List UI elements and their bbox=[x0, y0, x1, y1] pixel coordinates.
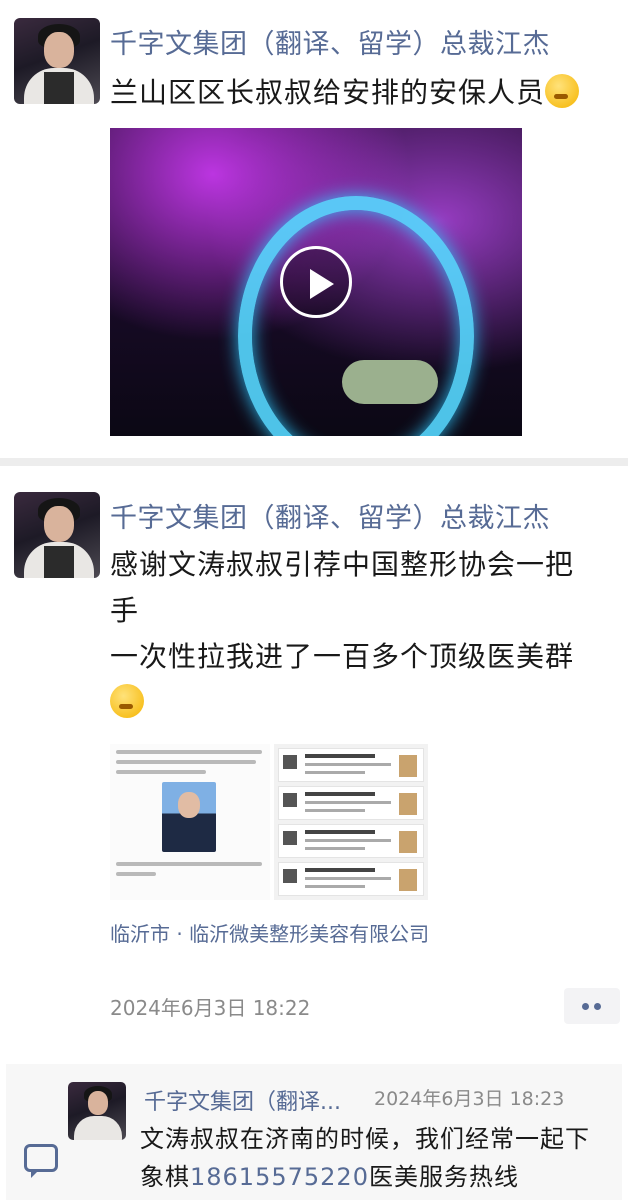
avatar[interactable] bbox=[14, 492, 100, 578]
screenshot-text-line bbox=[116, 862, 262, 866]
avatar-face bbox=[88, 1091, 108, 1115]
avatar-body bbox=[74, 1116, 122, 1140]
post-text-line: 手 bbox=[110, 594, 140, 627]
post-nickname[interactable]: 千字文集团（翻译、留学）总裁江杰 bbox=[110, 496, 550, 535]
post-text: 感谢文涛叔叔引荐中国整形协会一把 手 一次性拉我进了一百多个顶级医美群 bbox=[110, 542, 626, 726]
screenshot-left-panel bbox=[110, 744, 270, 900]
post-text-line: 一次性拉我进了一百多个顶级医美群 bbox=[110, 640, 575, 673]
screenshot-invite-card bbox=[278, 824, 424, 858]
post-text-line: 感谢文涛叔叔引荐中国整形协会一把 bbox=[110, 548, 575, 581]
screenshot-text-line bbox=[116, 872, 156, 876]
screenshot-invite-card bbox=[278, 786, 424, 820]
screenshot-invite-card bbox=[278, 748, 424, 782]
comment-icon bbox=[24, 1144, 58, 1178]
more-dots-icon[interactable] bbox=[564, 988, 620, 1024]
screenshot-text-line bbox=[116, 750, 262, 754]
comment-nickname[interactable]: 千字文集团（翻译... bbox=[144, 1084, 341, 1116]
avatar-vest bbox=[44, 546, 74, 578]
phone-link[interactable]: 18615575220 bbox=[190, 1163, 369, 1191]
post-timestamp: 2024年6月3日 18:22 bbox=[110, 996, 311, 1020]
face-with-tears-emoji-icon bbox=[110, 684, 144, 718]
avatar-face bbox=[44, 506, 74, 542]
screenshot-text-line bbox=[116, 760, 256, 764]
screenshot-portrait bbox=[162, 782, 216, 852]
screenshot-image[interactable] bbox=[110, 744, 428, 900]
comments-section: 千字文集团（翻译... 2024年6月3日 18:23 文涛叔叔在济南的时候，我… bbox=[6, 1064, 622, 1200]
comment-avatar[interactable] bbox=[68, 1082, 126, 1140]
comment-timestamp: 2024年6月3日 18:23 bbox=[374, 1088, 565, 1110]
screenshot-right-panel bbox=[274, 744, 428, 900]
comment-text[interactable]: 文涛叔叔在济南的时候，我们经常一起下象棋18615575220医美服务热线 bbox=[140, 1120, 610, 1196]
screenshot-invite-card bbox=[278, 862, 424, 896]
moment-post-2: 千字文集团（翻译、留学）总裁江杰 感谢文涛叔叔引荐中国整形协会一把 手 一次性拉… bbox=[0, 0, 628, 1060]
screenshot-text-line bbox=[116, 770, 206, 774]
post-location[interactable]: 临沂市 · 临沂微美整形美容有限公司 bbox=[110, 918, 429, 947]
comment-text-part: 医美服务热线 bbox=[368, 1163, 519, 1191]
